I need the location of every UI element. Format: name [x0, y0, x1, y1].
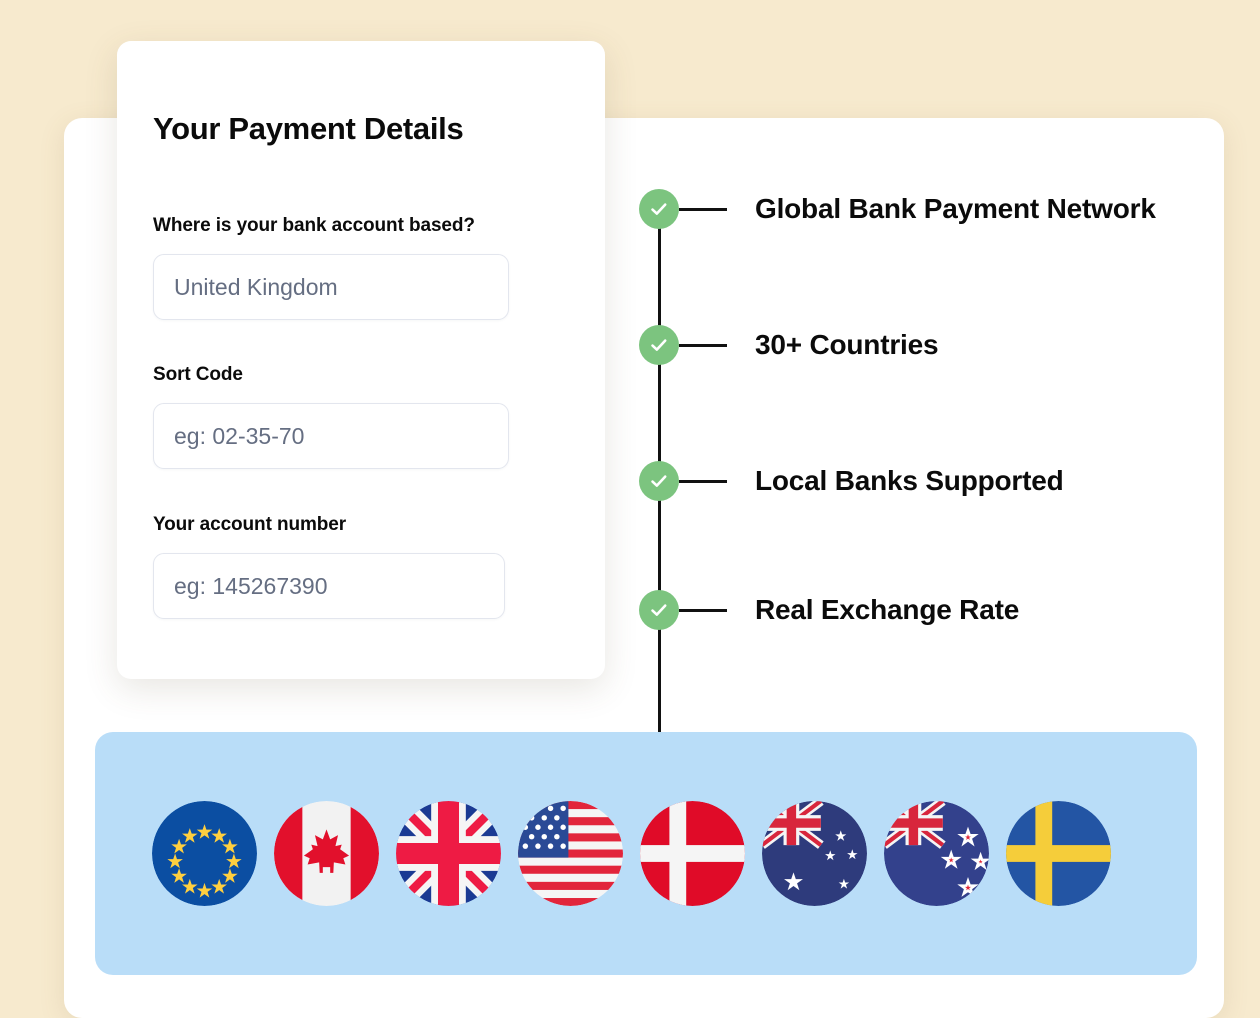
account-number-placeholder: eg: 145267390: [174, 572, 328, 599]
checklist-connector: [679, 608, 727, 612]
checklist-item-label: 30+ Countries: [755, 329, 939, 360]
flag-united-kingdom: [396, 801, 501, 906]
checklist-item-1: 30+ Countries: [639, 325, 939, 365]
checklist-connector: [679, 207, 727, 211]
flag-canada: [274, 801, 379, 906]
sort-code-input[interactable]: eg: 02-35-70: [153, 403, 509, 469]
page-title: Your Payment Details: [153, 111, 464, 146]
checklist-item-label: Global Bank Payment Network: [755, 193, 1156, 224]
bank-country-placeholder: United Kingdom: [174, 273, 338, 300]
checklist-item-2: Local Banks Supported: [639, 461, 1064, 501]
checklist-item-0: Global Bank Payment Network: [639, 189, 1156, 229]
field-bank-country: Where is your bank account based? United…: [153, 215, 569, 320]
checklist-connector: [679, 343, 727, 347]
supported-currencies-band: [95, 732, 1197, 975]
feature-checklist: Global Bank Payment Network 30+ Countrie…: [639, 189, 1219, 749]
flag-new-zealand: [884, 801, 989, 906]
flag-australia: [762, 801, 867, 906]
field-label: Your account number: [153, 514, 347, 535]
checklist-item-label: Local Banks Supported: [755, 465, 1064, 496]
field-label: Sort Code: [153, 364, 243, 385]
field-account-number: Your account number eg: 145267390: [153, 514, 569, 619]
bank-country-input[interactable]: United Kingdom: [153, 254, 509, 320]
field-sort-code: Sort Code eg: 02-35-70: [153, 364, 569, 469]
checklist-item-label: Real Exchange Rate: [755, 594, 1020, 625]
flag-united-states: [518, 801, 623, 906]
flag-sweden: [1006, 801, 1111, 906]
flag-denmark: [640, 801, 745, 906]
check-icon: [639, 461, 679, 501]
payment-details-card: Your Payment Details Where is your bank …: [117, 41, 605, 679]
sort-code-placeholder: eg: 02-35-70: [174, 422, 305, 449]
flag-european-union: [152, 801, 257, 906]
checklist-item-3: Real Exchange Rate: [639, 590, 1019, 630]
check-icon: [639, 189, 679, 229]
checklist-connector: [679, 479, 727, 483]
account-number-input[interactable]: eg: 145267390: [153, 553, 505, 619]
field-label: Where is your bank account based?: [153, 215, 475, 236]
check-icon: [639, 325, 679, 365]
check-icon: [639, 590, 679, 630]
